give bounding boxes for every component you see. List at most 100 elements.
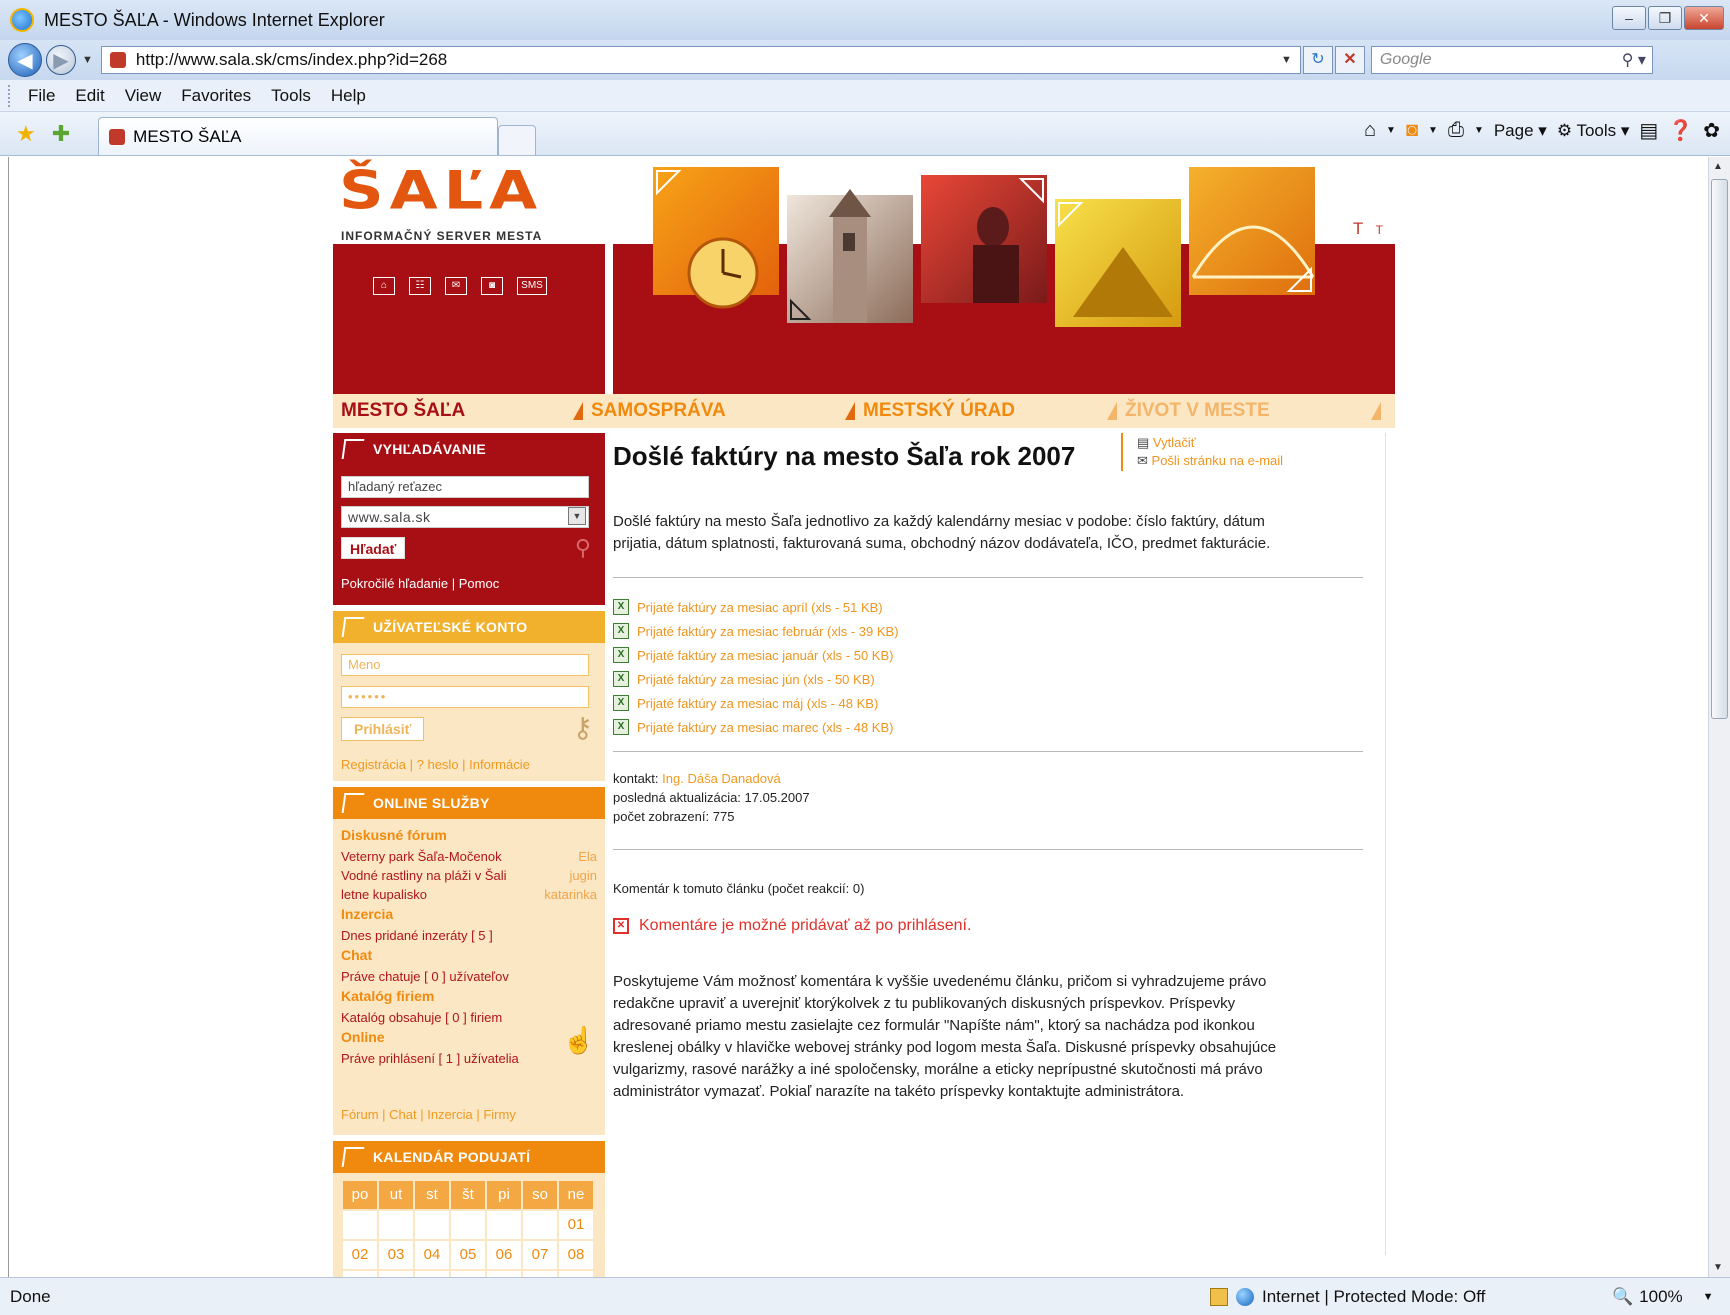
calendar-day-cell[interactable]: 07 [523,1241,557,1269]
messenger-icon[interactable]: ✿ [1703,118,1720,143]
services-links[interactable]: Fórum | Chat | Inzercia | Firmy [341,1107,516,1122]
online-title[interactable]: Online [341,1029,597,1045]
sitemap-icon[interactable]: ☷ [409,277,431,295]
search-placeholder: Google [1379,51,1432,68]
nav-samosprava[interactable]: SAMOSPRÁVA [573,400,726,422]
home-icon[interactable]: ⌂ [373,277,395,295]
search-icon[interactable]: ⚲ ▾ [1622,50,1646,70]
catalog-title[interactable]: Katalóg firiem [341,988,597,1004]
password-input[interactable]: •••••• [341,686,589,708]
search-query-input[interactable]: hľadaný reťazec [341,476,589,498]
magnifier-icon[interactable]: ⚲ [575,535,591,561]
url-dropdown-icon[interactable]: ▼ [1281,54,1292,66]
chevron-down-icon[interactable]: ▼ [568,507,586,525]
url-input[interactable]: http://www.sala.sk/cms/index.php?id=268 … [100,46,1301,74]
search-scope-select[interactable]: www.sala.sk ▼ [341,506,589,528]
close-button[interactable]: ✕ [1684,6,1724,30]
invoice-file-link[interactable]: X Prijaté faktúry za mesiac január (xls -… [613,643,899,667]
corner-icon [341,439,365,459]
forum-topic[interactable]: Vodné rastliny na pláži v Šali jugin [341,866,597,885]
ads-title[interactable]: Inzercia [341,906,597,922]
menu-favorites[interactable]: Favorites [181,86,251,106]
scrollbar-thumb[interactable] [1711,179,1728,719]
print-dropdown-icon[interactable]: ▼ [1474,125,1484,136]
calendar-day-cell[interactable]: 06 [487,1241,521,1269]
calendar-day-cell[interactable]: 04 [415,1241,449,1269]
new-tab-button[interactable] [498,125,537,155]
email-link[interactable]: ✉ Pošli stránku na e-mail [1137,453,1283,469]
forum-topic[interactable]: letne kupalisko katarinka [341,885,597,904]
calendar-day-cell[interactable]: 02 [343,1241,377,1269]
menu-help[interactable]: Help [331,86,366,106]
chat-count[interactable]: Práve chatuje [ 0 ] užívateľov [341,967,597,986]
nav-mestsky-urad[interactable]: MESTSKÝ ÚRAD [845,400,1015,422]
font-size-small[interactable]: T [1376,223,1383,237]
scroll-up-icon[interactable]: ▲ [1713,161,1723,172]
help-icon[interactable]: ❓ [1668,118,1693,143]
sms-icon[interactable]: SMS [517,277,547,295]
add-favorites-icon[interactable]: ✚ [52,121,70,147]
back-button[interactable]: ◀ [8,43,42,77]
invoice-file-link[interactable]: X Prijaté faktúry za mesiac február (xls … [613,619,899,643]
vertical-scrollbar[interactable]: ▲ ▼ [1708,157,1730,1277]
chat-title[interactable]: Chat [341,947,597,963]
file-link-label: Prijaté faktúry za mesiac jún (xls - 50 … [637,671,875,687]
font-size-large[interactable]: T [1353,219,1363,238]
calendar-day-cell[interactable]: 08 [559,1241,593,1269]
ads-count[interactable]: Dnes pridané inzeráty [ 5 ] [341,926,597,945]
menu-edit[interactable]: Edit [75,86,104,106]
calendar-day-cell[interactable]: 05 [451,1241,485,1269]
online-count[interactable]: Práve prihlásení [ 1 ] užívatelia [341,1049,597,1068]
account-links[interactable]: Registrácia | ? heslo | Informácie [341,757,530,772]
stop-button[interactable]: ✕ [1334,46,1365,74]
maximize-button[interactable]: ❐ [1648,6,1682,30]
menu-view[interactable]: View [125,86,162,106]
zoom-control[interactable]: 🔍 100% ▼ [1612,1287,1714,1307]
research-icon[interactable]: ▤ [1639,118,1658,143]
logo-subtitle: INFORMAČNÝ SERVER MESTA [341,229,543,243]
search-links[interactable]: Pokročilé hľadanie | Pomoc [341,576,499,591]
page-menu[interactable]: Page ▾ [1494,121,1547,141]
feeds-icon[interactable]: ◙ [1406,119,1418,142]
invoice-file-link[interactable]: X Prijaté faktúry za mesiac marec (xls - … [613,715,899,739]
menu-tools[interactable]: Tools [271,86,311,106]
calendar-day-cell[interactable]: 01 [559,1211,593,1239]
status-text: Done [10,1286,51,1306]
last-updated: posledná aktualizácia: 17.05.2007 [613,790,810,805]
home-icon[interactable]: ⌂ [1364,119,1376,142]
contact-link[interactable]: Ing. Dáša Danadová [662,771,781,786]
minimize-button[interactable]: – [1612,6,1646,30]
web-search-input[interactable]: Google ⚲ ▾ [1370,46,1653,74]
invoice-file-link[interactable]: X Prijaté faktúry za mesiac máj (xls - 48… [613,691,899,715]
scroll-down-icon[interactable]: ▼ [1713,1262,1723,1273]
home-dropdown-icon[interactable]: ▼ [1386,125,1396,136]
nav-mesto-sala[interactable]: MESTO ŠAĽA [341,400,465,422]
excel-file-icon: X [613,647,629,663]
nav-zivot-v-meste[interactable]: ŽIVOT V MESTE [1107,400,1270,422]
mail-icon[interactable]: ✉ [445,277,467,295]
refresh-button[interactable]: ↻ [1302,46,1333,74]
site-logo[interactable]: ŠAĽA INFORMAČNÝ SERVER MESTA [339,164,599,247]
forward-button[interactable]: ▶ [46,45,76,75]
security-zone[interactable]: Internet | Protected Mode: Off [1210,1287,1485,1307]
history-dropdown-icon[interactable]: ▼ [82,54,93,66]
search-button[interactable]: Hľadať [341,537,406,559]
status-bar: Done Internet | Protected Mode: Off 🔍 10… [0,1277,1730,1315]
feeds-dropdown-icon[interactable]: ▼ [1428,125,1438,136]
login-button[interactable]: Prihlásiť [341,717,425,741]
invoice-file-link[interactable]: X Prijaté faktúry za mesiac apríl (xls - … [613,595,899,619]
tools-menu[interactable]: ⚙ Tools ▾ [1557,121,1630,141]
rss-icon[interactable]: ◙ [481,277,503,295]
invoice-file-link[interactable]: X Prijaté faktúry za mesiac jún (xls - 50… [613,667,899,691]
catalog-count[interactable]: Katalóg obsahuje [ 0 ] firiem [341,1008,597,1027]
print-link[interactable]: ▤ Vytlačiť [1137,435,1196,451]
print-icon[interactable]: ⎙ [1448,119,1464,142]
favorites-star-icon[interactable]: ★ [16,121,36,147]
forum-title[interactable]: Diskusné fórum [341,827,597,843]
menu-file[interactable]: File [28,86,55,106]
calendar-day-cell[interactable]: 03 [379,1241,413,1269]
username-input[interactable]: Meno [341,654,589,676]
zoom-dropdown-icon[interactable]: ▼ [1703,1291,1714,1303]
tab-mesto-sala[interactable]: MESTO ŠAĽA [98,117,499,155]
forum-topic[interactable]: Veterny park Šaľa-Močenok Ela [341,847,597,866]
